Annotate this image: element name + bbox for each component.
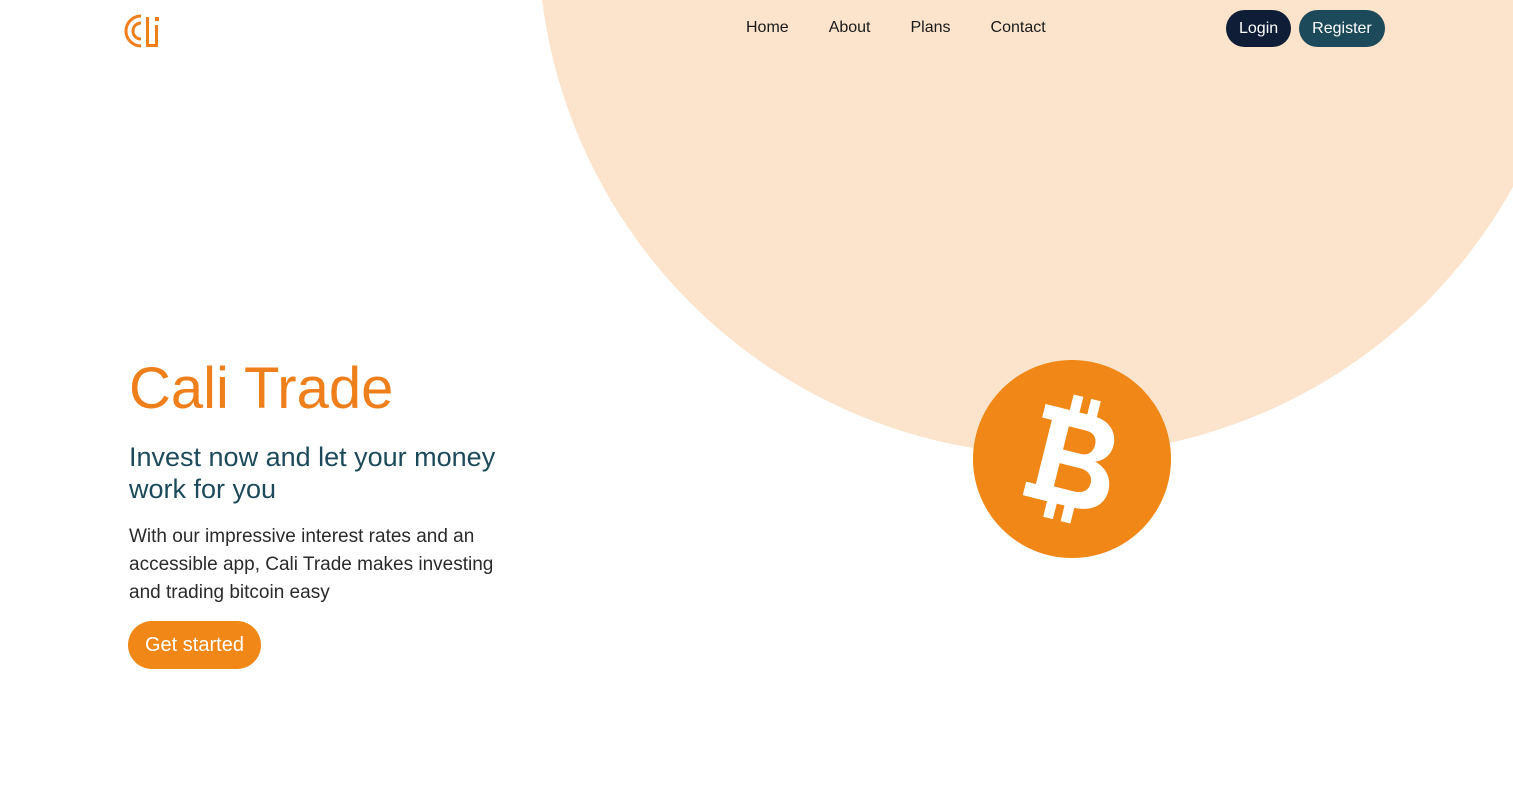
hero-section: Cali Trade Invest now and let your money…: [129, 355, 519, 607]
login-button[interactable]: Login: [1226, 10, 1292, 47]
nav-item-home[interactable]: Home: [746, 18, 789, 38]
auth-buttons: Login Register: [1226, 10, 1385, 47]
landing-page: Home About Plans Contact Login Register …: [0, 0, 1513, 801]
main-nav: Home About Plans Contact: [746, 18, 1046, 38]
nav-item-plans[interactable]: Plans: [911, 18, 951, 38]
nav-item-contact[interactable]: Contact: [991, 18, 1046, 38]
register-button[interactable]: Register: [1299, 10, 1385, 47]
nav-item-about[interactable]: About: [829, 18, 871, 38]
cali-logo-icon[interactable]: [113, 11, 163, 51]
bitcoin-icon: [973, 360, 1171, 558]
get-started-button[interactable]: Get started: [128, 621, 261, 669]
hero-title: Cali Trade: [129, 356, 394, 421]
hero-subtitle: Invest now and let your money work for y…: [129, 442, 496, 504]
hero-description: With our impressive interest rates and a…: [129, 526, 494, 603]
